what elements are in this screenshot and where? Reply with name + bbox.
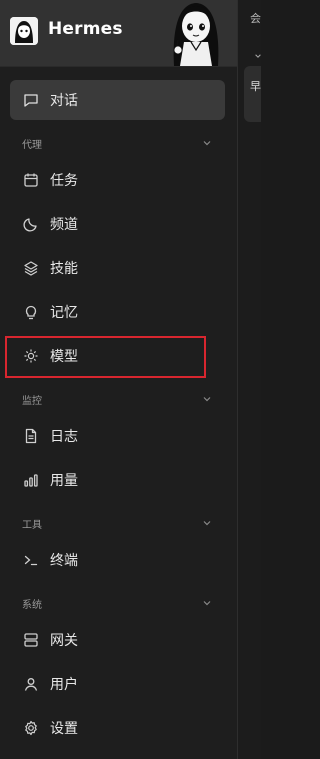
app-header: Hermes <box>0 0 237 67</box>
nav-label-settings: 设置 <box>50 721 78 737</box>
mascot-image <box>166 0 226 66</box>
nav-item-logs[interactable]: 日志 <box>10 416 225 456</box>
lightbulb-icon <box>22 303 40 321</box>
document-icon <box>22 427 40 445</box>
conversation-card[interactable] <box>244 66 261 122</box>
nav-label-logs: 日志 <box>50 429 78 445</box>
nav-item-users[interactable]: 用户 <box>10 664 225 704</box>
sidebar: Hermes 对话 代理 任务 频道 技能 记忆 模型 监控 日志 用量 工具 … <box>0 0 237 759</box>
section-agent[interactable]: 代理 <box>22 135 212 151</box>
chevron-down-icon <box>202 394 212 404</box>
app-name: Hermes <box>48 19 123 39</box>
nav-label-chat: 对话 <box>50 93 78 109</box>
nav-item-memory[interactable]: 记忆 <box>10 292 225 332</box>
nav-label-usage: 用量 <box>50 473 78 489</box>
nav-label-users: 用户 <box>50 677 78 693</box>
section-monitor[interactable]: 监控 <box>22 391 212 407</box>
section-title-tools: 工具 <box>22 519 42 531</box>
terminal-icon <box>22 551 40 569</box>
nav-item-gateway[interactable]: 网关 <box>10 620 225 660</box>
chevron-down-icon <box>202 138 212 148</box>
nav-label-channels: 频道 <box>50 217 78 233</box>
gear-icon <box>22 719 40 737</box>
layers-icon <box>22 259 40 277</box>
nav-item-tasks[interactable]: 任务 <box>10 160 225 200</box>
nav-label-memory: 记忆 <box>50 305 78 321</box>
moon-icon <box>22 215 40 233</box>
chevron-down-icon <box>202 518 212 528</box>
section-system[interactable]: 系统 <box>22 595 212 611</box>
section-title-system: 系统 <box>22 599 42 611</box>
nav-item-skills[interactable]: 技能 <box>10 248 225 288</box>
nav-label-terminal: 终端 <box>50 553 78 569</box>
nav-label-tasks: 任务 <box>50 173 78 189</box>
right-pane-label: 会 <box>250 12 261 25</box>
user-icon <box>22 675 40 693</box>
nav-item-settings[interactable]: 设置 <box>10 708 225 748</box>
selection-highlight-box <box>5 336 206 378</box>
section-title-agent: 代理 <box>22 139 42 151</box>
chevron-down-icon <box>202 598 212 608</box>
nav-item-channels[interactable]: 频道 <box>10 204 225 244</box>
chevron-down-icon[interactable] <box>254 52 261 60</box>
section-tools[interactable]: 工具 <box>22 515 212 531</box>
conversation-card-text: 早 <box>250 80 261 93</box>
chat-bubble-icon <box>22 91 40 109</box>
section-title-monitor: 监控 <box>22 395 42 407</box>
nav-label-skills: 技能 <box>50 261 78 277</box>
bar-chart-icon <box>22 471 40 489</box>
nav-item-terminal[interactable]: 终端 <box>10 540 225 580</box>
nav-label-gateway: 网关 <box>50 633 78 649</box>
calendar-icon <box>22 171 40 189</box>
server-icon <box>22 631 40 649</box>
nav-item-usage[interactable]: 用量 <box>10 460 225 500</box>
nav-item-chat[interactable]: 对话 <box>10 80 225 120</box>
main-content-pane: 会 早 <box>238 0 261 759</box>
app-logo[interactable] <box>10 17 38 45</box>
